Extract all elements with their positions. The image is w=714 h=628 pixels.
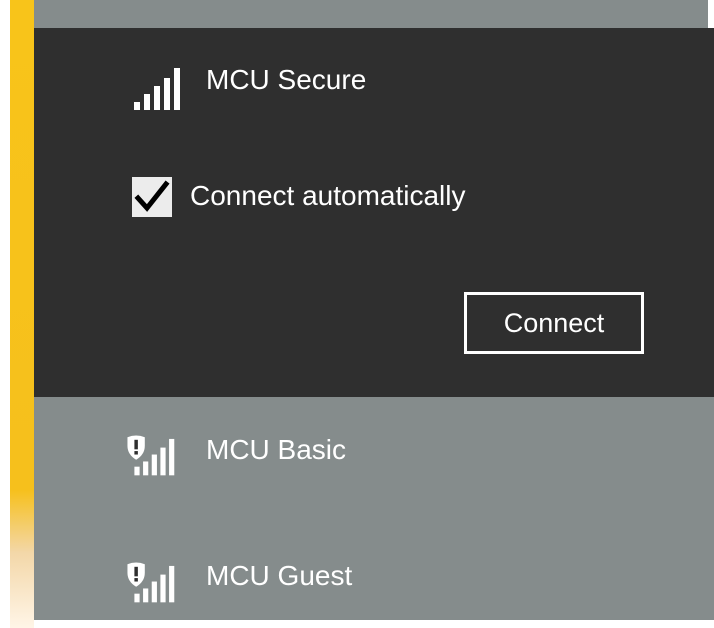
network-name: MCU Basic [206, 434, 347, 465]
connect-automatically-label[interactable]: Connect automatically [190, 180, 465, 212]
desktop-wallpaper [0, 0, 34, 628]
network-name: MCU Guest [206, 560, 353, 591]
flyout-edge [708, 0, 714, 28]
flyout-bottom-edge [34, 620, 714, 628]
network-list-top-item[interactable] [34, 0, 714, 28]
shield-warning-icon [127, 562, 175, 603]
connect-button[interactable]: Connect [464, 292, 644, 354]
checkmark-icon [134, 180, 170, 212]
wifi-signal-icon [134, 68, 180, 110]
network-name: MCU Secure [206, 64, 367, 95]
wallpaper-edge [0, 0, 10, 628]
connect-automatically-checkbox[interactable] [132, 177, 172, 217]
shield-warning-icon [127, 435, 175, 476]
